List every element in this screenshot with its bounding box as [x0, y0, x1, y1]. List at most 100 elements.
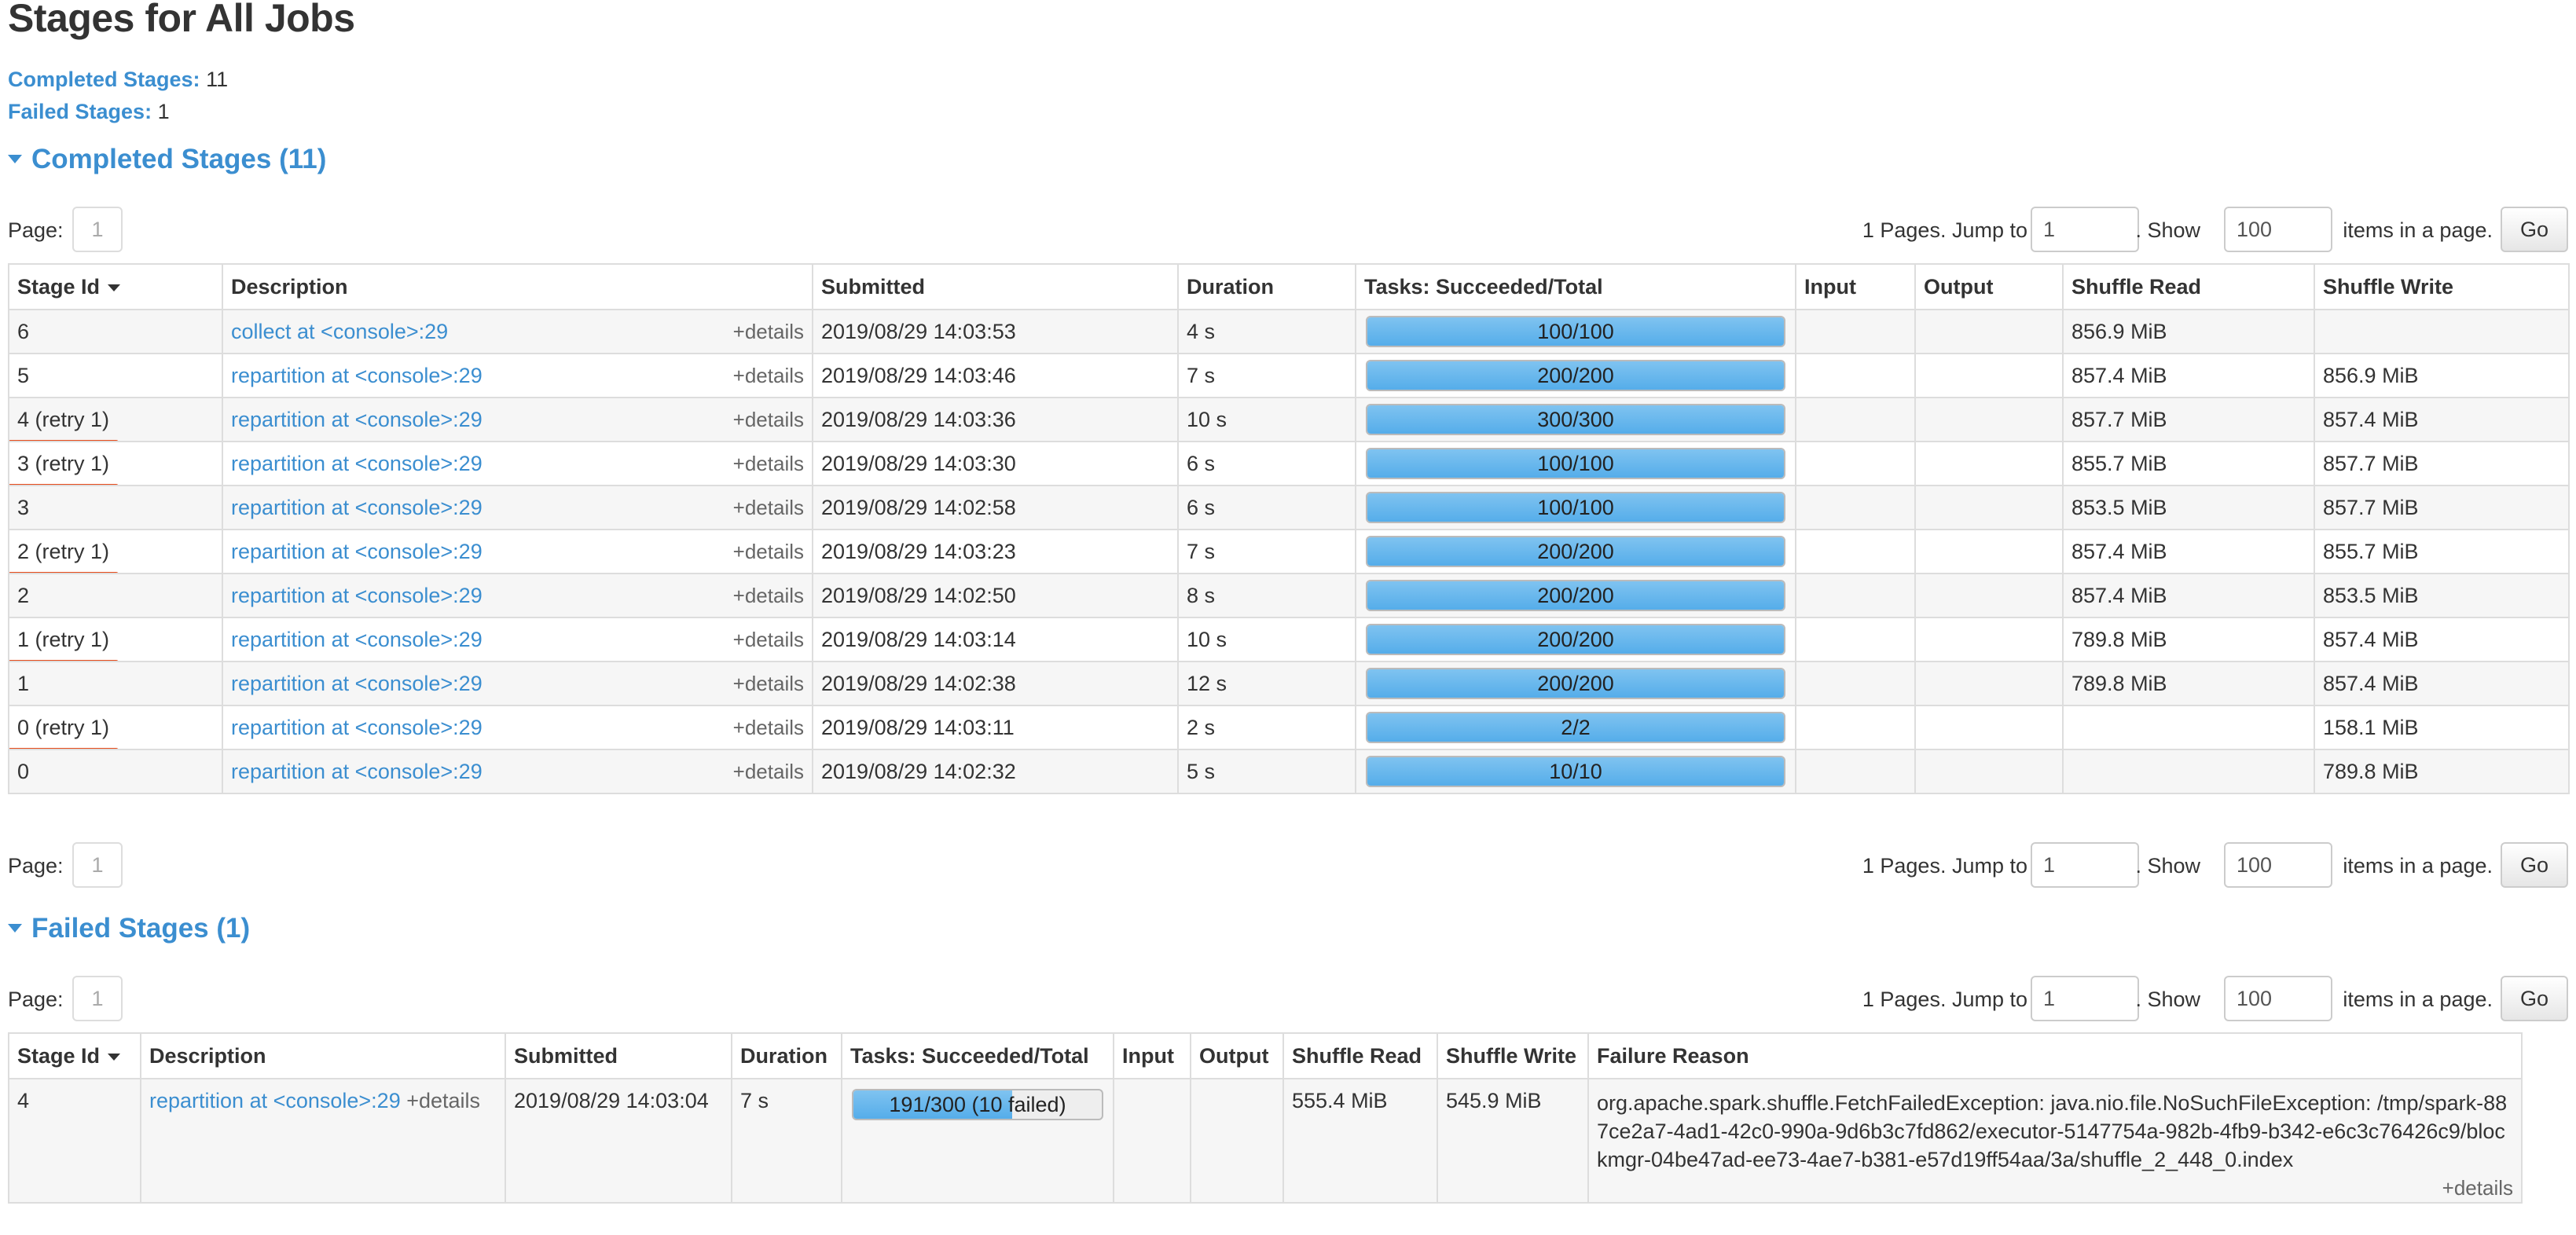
stage-description-link[interactable]: repartition at <console>:29	[231, 584, 483, 607]
column-header-input[interactable]: Input	[1795, 263, 1916, 310]
task-progress-label: 200/200	[1537, 628, 1614, 651]
go-button[interactable]: Go	[2501, 842, 2568, 888]
shuffle-write-cell: 857.7 MiB	[2314, 485, 2570, 530]
details-toggle[interactable]: +details	[733, 716, 804, 740]
column-header-stage-id[interactable]: Stage Id	[8, 263, 223, 310]
shuffle-read-cell: 789.8 MiB	[2062, 661, 2315, 706]
page-number-button[interactable]: 1	[72, 207, 123, 252]
failed-summary: Failed Stages: 1	[8, 100, 170, 124]
column-header-tasks-succeeded-total[interactable]: Tasks: Succeeded/Total	[841, 1032, 1114, 1079]
details-toggle[interactable]: +details	[733, 320, 804, 344]
submitted-cell-text: 2019/08/29 14:02:38	[821, 671, 1016, 695]
stage-id: 5	[17, 364, 29, 387]
output-cell	[1914, 353, 2064, 398]
stage-description-link[interactable]: repartition at <console>:29	[231, 496, 483, 519]
page-size-input[interactable]: 100	[2224, 976, 2332, 1021]
failed-stages-link[interactable]: Failed Stages:	[8, 100, 152, 123]
shuffle-write-cell: 853.5 MiB	[2314, 573, 2570, 618]
details-toggle[interactable]: +details	[733, 584, 804, 608]
submitted-cell: 2019/08/29 14:02:38	[812, 661, 1179, 706]
completed-stages-title: Completed Stages (11)	[31, 144, 327, 174]
failure-details-toggle[interactable]: +details	[1597, 1174, 2513, 1201]
submitted-cell: 2019/08/29 14:03:23	[812, 529, 1179, 574]
details-toggle[interactable]: +details	[733, 496, 804, 520]
column-header-output[interactable]: Output	[1190, 1032, 1284, 1079]
stage-description-link[interactable]: repartition at <console>:29	[231, 628, 483, 651]
stage-description-link[interactable]: repartition at <console>:29	[231, 672, 483, 695]
completed-stages-header[interactable]: Completed Stages (11)	[8, 144, 326, 175]
column-header-label: Shuffle Read	[2071, 274, 2202, 299]
column-header-input[interactable]: Input	[1113, 1032, 1191, 1079]
column-header-submitted[interactable]: Submitted	[505, 1032, 732, 1079]
collapse-triangle-icon	[8, 155, 22, 164]
shuffle-write-cell: 158.1 MiB	[2314, 705, 2570, 750]
duration-cell: 2 s	[1177, 705, 1356, 750]
details-toggle[interactable]: +details	[733, 672, 804, 696]
jump-page-input[interactable]: 1	[2031, 842, 2139, 888]
column-header-shuffle-write[interactable]: Shuffle Write	[2314, 263, 2570, 310]
output-cell	[1914, 661, 2064, 706]
go-button[interactable]: Go	[2501, 207, 2568, 252]
submitted-cell: 2019/08/29 14:02:50	[812, 573, 1179, 618]
details-toggle[interactable]: +details	[733, 408, 804, 432]
jump-page-input[interactable]: 1	[2031, 207, 2139, 252]
column-header-description[interactable]: Description	[140, 1032, 506, 1079]
page-number-button[interactable]: 1	[72, 976, 123, 1021]
stage-id: 3	[17, 496, 29, 519]
go-button[interactable]: Go	[2501, 976, 2568, 1021]
column-header-duration[interactable]: Duration	[1177, 263, 1356, 310]
column-header-shuffle-write[interactable]: Shuffle Write	[1437, 1032, 1589, 1079]
task-progress-bar: 200/200	[1366, 624, 1785, 655]
duration-cell-text: 8 s	[1187, 583, 1216, 607]
details-toggle[interactable]: +details	[406, 1089, 480, 1112]
table-row: 3 (retry 1) +details repartition at <conso…	[8, 441, 2570, 486]
page-size-input[interactable]: 100	[2224, 842, 2332, 888]
shuffle-read-cell: 857.4 MiB	[2062, 353, 2315, 398]
submitted-cell-text: 2019/08/29 14:02:32	[821, 759, 1016, 783]
failed-stages-header[interactable]: Failed Stages (1)	[8, 913, 250, 944]
tasks-cell: 2/2	[1355, 705, 1796, 750]
input-cell	[1795, 485, 1916, 530]
stage-id-cell: 1	[8, 661, 223, 706]
submitted-cell-text: 2019/08/29 14:03:04	[514, 1089, 709, 1112]
column-header-shuffle-read[interactable]: Shuffle Read	[2062, 263, 2315, 310]
input-cell	[1795, 529, 1916, 574]
column-header-output[interactable]: Output	[1914, 263, 2064, 310]
stage-id-text: 4 (retry 1)	[17, 407, 110, 431]
details-toggle[interactable]: +details	[733, 540, 804, 564]
details-toggle[interactable]: +details	[733, 364, 804, 388]
shuffle-read-cell: 856.9 MiB	[2062, 309, 2315, 354]
duration-cell-text: 10 s	[1187, 407, 1227, 431]
column-header-duration[interactable]: Duration	[731, 1032, 842, 1079]
shuffle-write-cell: 857.7 MiB	[2314, 441, 2570, 486]
task-progress-bar: 10/10	[1366, 756, 1785, 787]
submitted-cell: 2019/08/29 14:03:04	[505, 1078, 732, 1204]
column-header-description[interactable]: Description	[222, 263, 813, 310]
column-header-label: Input	[1122, 1043, 1174, 1068]
page-size-input[interactable]: 100	[2224, 207, 2332, 252]
completed-stages-link[interactable]: Completed Stages:	[8, 68, 200, 91]
details-toggle[interactable]: +details	[733, 452, 804, 476]
stage-description-link[interactable]: repartition at <console>:29	[231, 364, 483, 387]
page-number-button[interactable]: 1	[72, 842, 123, 888]
column-header-failure-reason[interactable]: Failure Reason	[1587, 1032, 2523, 1079]
details-toggle[interactable]: +details	[733, 628, 804, 652]
stage-description-link[interactable]: repartition at <console>:29	[231, 760, 483, 783]
column-header-tasks-succeeded-total[interactable]: Tasks: Succeeded/Total	[1355, 263, 1796, 310]
task-progress-label: 100/100	[1537, 320, 1614, 343]
shuffle-read-cell: 853.5 MiB	[2062, 485, 2315, 530]
stage-description-link[interactable]: repartition at <console>:29	[149, 1089, 401, 1112]
jump-page-input[interactable]: 1	[2031, 976, 2139, 1021]
details-toggle[interactable]: +details	[733, 760, 804, 784]
column-header-submitted[interactable]: Submitted	[812, 263, 1179, 310]
stage-description-link[interactable]: repartition at <console>:29	[231, 716, 483, 739]
column-header-shuffle-read[interactable]: Shuffle Read	[1282, 1032, 1438, 1079]
column-header-stage-id[interactable]: Stage Id	[8, 1032, 141, 1079]
stage-description-link[interactable]: repartition at <console>:29	[231, 540, 483, 563]
submitted-cell-text: 2019/08/29 14:03:30	[821, 451, 1016, 475]
stage-description-link[interactable]: repartition at <console>:29	[231, 452, 483, 475]
input-cell	[1795, 309, 1916, 354]
stage-description-link[interactable]: repartition at <console>:29	[231, 408, 483, 431]
stage-description-link[interactable]: collect at <console>:29	[231, 320, 448, 343]
task-progress-bar: 300/300	[1366, 404, 1785, 435]
